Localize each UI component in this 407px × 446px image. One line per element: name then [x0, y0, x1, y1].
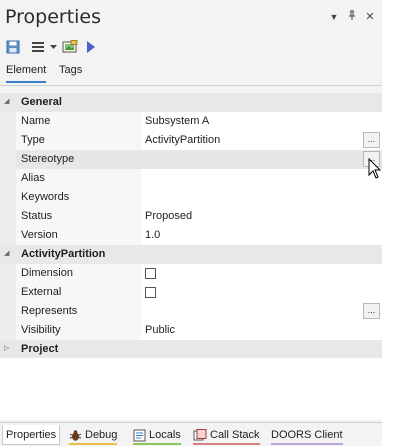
- property-row-version[interactable]: Version 1.0: [0, 226, 382, 245]
- tab-tags[interactable]: Tags: [59, 64, 82, 81]
- bottom-tab-label: Debug: [85, 429, 118, 441]
- group-label: General: [21, 96, 62, 108]
- window-margin: [382, 0, 407, 446]
- property-value[interactable]: Proposed: [141, 207, 382, 226]
- panel-title: Properties: [5, 6, 102, 28]
- property-grid: ◢ General Name Subsystem A Type Activity…: [0, 93, 382, 359]
- bottom-tab-label: Properties: [6, 428, 57, 441]
- property-row-keywords[interactable]: Keywords: [0, 188, 382, 207]
- panel-menu-button[interactable]: ▼: [327, 10, 341, 24]
- property-row-represents[interactable]: Represents ...: [0, 302, 382, 321]
- save-icon: [6, 40, 20, 54]
- group-project[interactable]: ▷ Project: [0, 340, 382, 359]
- bottom-tab-doors-client[interactable]: DOORS Client: [268, 425, 346, 445]
- property-row-alias[interactable]: Alias: [0, 169, 382, 188]
- property-name: Status: [16, 207, 141, 226]
- property-name: Stereotype: [16, 150, 141, 169]
- property-row-stereotype[interactable]: Stereotype ...: [0, 150, 382, 169]
- play-icon: [87, 41, 95, 53]
- image-button[interactable]: [61, 38, 79, 56]
- property-row-external[interactable]: External: [0, 283, 382, 302]
- call-stack-icon: [193, 428, 207, 442]
- bottom-tab-label: Locals: [149, 429, 181, 441]
- grid-empty-area: [0, 358, 382, 420]
- bug-icon: [69, 429, 82, 442]
- property-value[interactable]: ...: [141, 150, 382, 169]
- property-row-name[interactable]: Name Subsystem A: [0, 112, 382, 131]
- group-label: Project: [21, 343, 59, 355]
- property-value[interactable]: ...: [141, 302, 382, 321]
- close-button[interactable]: ✕: [363, 10, 377, 24]
- save-button[interactable]: [5, 38, 21, 56]
- bottom-tab-locals[interactable]: Locals: [130, 425, 184, 445]
- dropdown-arrow-icon: [49, 44, 57, 49]
- property-value[interactable]: [141, 169, 382, 188]
- locals-icon: [133, 429, 146, 442]
- type-value: ActivityPartition: [145, 134, 221, 146]
- property-row-type[interactable]: Type ActivityPartition ...: [0, 131, 382, 150]
- toolbar: [0, 36, 382, 58]
- property-name: Visibility: [16, 321, 141, 340]
- mouse-cursor-icon: [368, 157, 382, 183]
- list-menu-icon: [32, 42, 44, 52]
- collapse-triangle-icon[interactable]: ◢: [4, 98, 12, 106]
- expand-triangle-icon[interactable]: ▷: [4, 345, 12, 353]
- bottom-tab-debug[interactable]: Debug: [66, 425, 120, 445]
- dimension-checkbox[interactable]: [145, 268, 156, 279]
- bottom-tab-properties[interactable]: Properties: [2, 425, 61, 445]
- properties-panel: Properties ▼ ✕ Element Tags ◢ General Na…: [0, 0, 382, 446]
- group-general[interactable]: ◢ General: [0, 93, 382, 112]
- property-name: Keywords: [16, 188, 141, 207]
- property-value[interactable]: Public: [141, 321, 382, 340]
- property-value: [141, 264, 382, 283]
- property-value[interactable]: Subsystem A: [141, 112, 382, 131]
- property-name: Alias: [16, 169, 141, 188]
- type-browse-button[interactable]: ...: [363, 132, 380, 148]
- group-activity-partition[interactable]: ◢ ActivityPartition: [0, 245, 382, 264]
- pin-button[interactable]: [345, 10, 359, 24]
- property-value[interactable]: [141, 188, 382, 207]
- property-name: Type: [16, 131, 141, 150]
- chevron-down-icon: ▼: [329, 12, 339, 22]
- external-checkbox[interactable]: [145, 287, 156, 298]
- group-label: ActivityPartition: [21, 248, 106, 260]
- property-value[interactable]: ActivityPartition ...: [141, 131, 382, 150]
- run-button[interactable]: [84, 38, 98, 56]
- property-name: External: [16, 283, 141, 302]
- bottom-tab-label: DOORS Client: [271, 429, 343, 441]
- property-value: [141, 283, 382, 302]
- list-menu-dropdown[interactable]: [48, 38, 58, 56]
- bottom-tab-label: Call Stack: [210, 429, 260, 441]
- property-name: Represents: [16, 302, 141, 321]
- title-bar: Properties ▼ ✕: [0, 0, 382, 34]
- tab-strip: Element Tags: [0, 60, 382, 86]
- property-name: Version: [16, 226, 141, 245]
- collapse-triangle-icon[interactable]: ◢: [4, 250, 12, 258]
- property-name: Dimension: [16, 264, 141, 283]
- bottom-tab-bar: Properties Debug Locals Call Stack DOORS…: [0, 422, 382, 446]
- pin-icon: [349, 10, 355, 20]
- image-icon: [62, 40, 78, 53]
- property-row-dimension[interactable]: Dimension: [0, 264, 382, 283]
- property-row-visibility[interactable]: Visibility Public: [0, 321, 382, 340]
- property-value[interactable]: 1.0: [141, 226, 382, 245]
- property-name: Name: [16, 112, 141, 131]
- property-row-status[interactable]: Status Proposed: [0, 207, 382, 226]
- tab-element[interactable]: Element: [6, 64, 47, 83]
- represents-browse-button[interactable]: ...: [363, 303, 380, 319]
- bottom-tab-call-stack[interactable]: Call Stack: [190, 425, 263, 445]
- list-menu-button[interactable]: [27, 38, 49, 56]
- close-icon: ✕: [365, 11, 375, 23]
